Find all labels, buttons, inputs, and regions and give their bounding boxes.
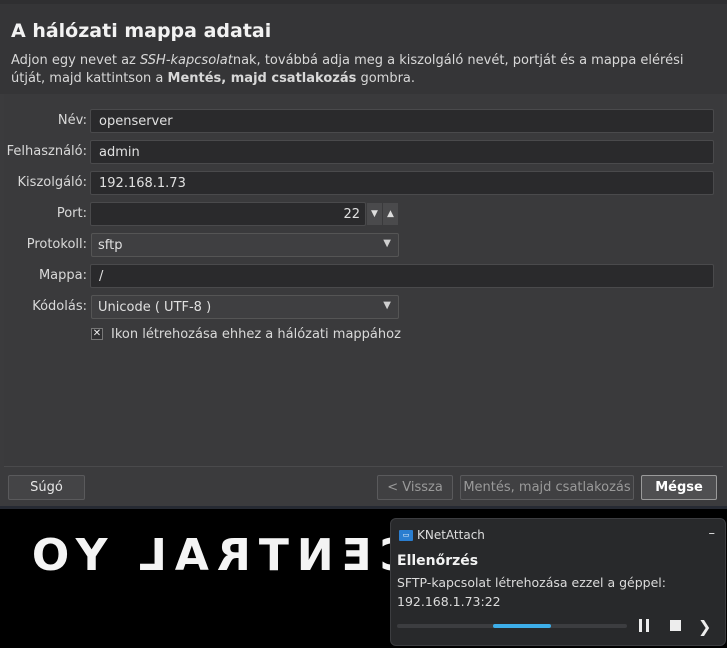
button-row-separator (4, 466, 723, 467)
back-button[interactable]: < Vissza (377, 475, 453, 500)
progress-indicator (493, 624, 551, 628)
create-icon-checkbox[interactable]: ✕ (91, 328, 103, 340)
encoding-selected-value: Unicode ( UTF-8 ) (98, 300, 212, 315)
notification-app-name: KNetAttach (417, 528, 485, 542)
chevron-down-icon: ▼ (383, 300, 391, 311)
chevron-up-icon: ▲ (387, 209, 394, 219)
server-field[interactable]: 192.168.1.73 (90, 171, 714, 195)
server-label: Kiszolgáló: (17, 175, 87, 190)
dialog-header: A hálózati mappa adatai Adjon egy nevet … (0, 4, 727, 94)
cancel-button[interactable]: Mégse (641, 475, 717, 500)
pause-button[interactable] (639, 619, 650, 632)
notification-minimize-button[interactable]: – (709, 526, 716, 541)
notification-title: Ellenőrzés (397, 553, 479, 569)
encoding-label: Kódolás: (32, 299, 87, 314)
pause-icon (639, 619, 642, 632)
notification-popup[interactable]: ▭ KNetAttach – Ellenőrzés SFTP-kapcsolat… (390, 518, 726, 646)
dialog-description: Adjon egy nevet az SSH-kapcsolatnak, tov… (11, 52, 711, 88)
network-folder-dialog: A hálózati mappa adatai Adjon egy nevet … (0, 0, 727, 509)
help-button[interactable]: Súgó (8, 475, 85, 500)
port-spinbox[interactable]: 22 (90, 202, 366, 226)
port-label: Port: (56, 206, 87, 221)
stop-button[interactable] (670, 620, 681, 631)
folder-label: Mappa: (38, 268, 87, 283)
folder-field[interactable]: / (90, 264, 714, 288)
user-field[interactable]: admin (90, 140, 714, 164)
desc-part1: Adjon egy nevet az (11, 53, 141, 68)
wallpaper-logo-text: CENTRAL YO (23, 530, 412, 581)
create-icon-checkbox-label[interactable]: Ikon létrehozása ehhez a hálózati mappáh… (111, 327, 401, 342)
chevron-down-icon: ▼ (383, 238, 391, 249)
save-and-connect-button[interactable]: Mentés, majd csatlakozás (460, 475, 634, 500)
network-folder-icon: ▭ (399, 530, 413, 541)
name-field[interactable]: openserver (90, 109, 714, 133)
user-label: Felhasználó: (6, 144, 87, 159)
protocol-selected-value: sftp (98, 238, 123, 253)
port-increment-button[interactable]: ▲ (383, 203, 398, 225)
name-label: Név: (57, 113, 87, 128)
notification-progress-bar (397, 624, 627, 628)
protocol-label: Protokoll: (26, 237, 87, 252)
chevron-down-icon: ▼ (371, 209, 378, 219)
dialog-title: A hálózati mappa adatai (11, 20, 272, 42)
protocol-select[interactable]: sftp ▼ (91, 233, 399, 257)
port-decrement-button[interactable]: ▼ (367, 203, 382, 225)
desc-part2: SSH-kapcsolat (140, 53, 233, 68)
notification-body: SFTP-kapcsolat létrehozása ezzel a géppe… (397, 575, 666, 609)
desc-part5: gombra. (356, 71, 416, 86)
pause-icon-bar (646, 619, 649, 632)
desc-part4: Mentés, majd csatlakozás (167, 71, 357, 86)
details-chevron-right-icon[interactable]: ❯ (698, 617, 711, 636)
encoding-select[interactable]: Unicode ( UTF-8 ) ▼ (91, 295, 399, 319)
